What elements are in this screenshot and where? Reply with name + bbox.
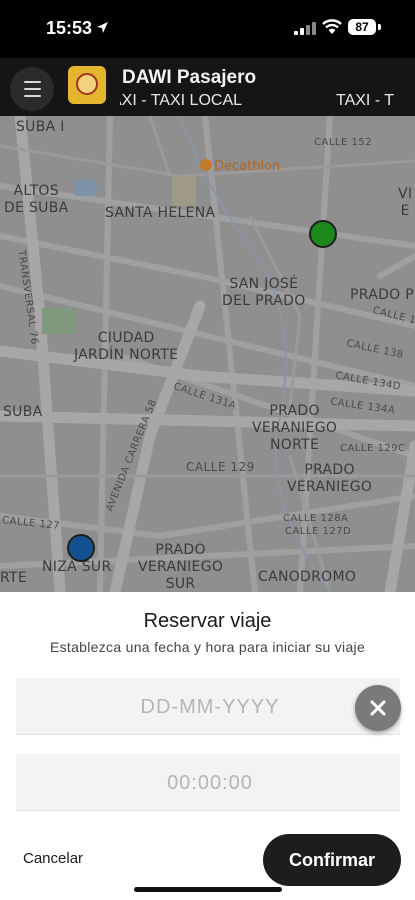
hamburger-line — [24, 95, 41, 97]
map-label: SUBA I — [16, 119, 65, 135]
map-label: CANODROMO — [258, 569, 357, 585]
app-header: DAWI Pasajero AXI - TAXI LOCAL TAXI - T — [0, 58, 415, 116]
map-label: SAN JOSÉ DEL PRADO — [222, 276, 306, 309]
store-pin-icon — [200, 159, 212, 171]
home-indicator — [134, 887, 282, 892]
destination-marker[interactable] — [67, 534, 95, 562]
hamburger-line — [24, 81, 41, 83]
map-label: SANTA HELENA — [105, 205, 216, 221]
status-time: 15:53 — [46, 18, 93, 38]
street-label: CALLE 128A — [283, 513, 349, 524]
map-label: VI E — [398, 186, 413, 219]
wifi-icon — [322, 19, 342, 34]
poi-decathlon[interactable]: Decathlon — [200, 159, 280, 174]
marquee-text: AXI - TAXI LOCAL — [120, 92, 243, 109]
street-label: CALLE 129C — [340, 443, 406, 454]
app-logo — [68, 66, 106, 104]
cancel-button[interactable]: Cancelar — [23, 850, 83, 867]
street-label: CALLE 129 — [186, 460, 255, 474]
street-label: CALLE 152 — [314, 137, 373, 148]
map-label: PRADO VERANIEGO NORTE — [252, 403, 338, 453]
time-input[interactable] — [16, 754, 404, 812]
map-view[interactable]: Decathlon SUBA I ALTOS DE SUBA SANTA HEL… — [0, 116, 415, 592]
map-label: RTE — [0, 570, 28, 586]
clear-date-button[interactable] — [355, 685, 401, 731]
map-label: PRADO VERANIEGO SUR — [138, 542, 224, 592]
sheet-subtitle: Establezca una fecha y hora para iniciar… — [49, 639, 366, 655]
confirm-button[interactable]: Confirmar — [263, 834, 401, 886]
map-label: CIUDAD JARDÍN NORTE — [74, 330, 179, 363]
hamburger-line — [24, 88, 41, 90]
battery-tip — [378, 24, 381, 30]
map-label: PRADO PI — [350, 287, 415, 303]
map-label: PRADO VERANIEGO — [287, 462, 373, 495]
street-label: CALLE 127D — [285, 526, 352, 537]
status-bar: 15:53 87 — [0, 0, 415, 58]
battery-icon: 87 — [348, 19, 376, 35]
marquee-banner: AXI - TAXI LOCAL TAXI - T — [120, 92, 415, 112]
sheet-title: Reservar viaje — [143, 610, 272, 632]
marquee-text: TAXI - T — [336, 92, 395, 109]
origin-marker[interactable] — [309, 220, 337, 248]
map-label: SUBA — [3, 404, 43, 420]
reservation-sheet: Reservar viaje Establezca una fecha y ho… — [0, 592, 415, 900]
map-label: ALTOS DE SUBA — [4, 183, 69, 216]
cellular-signal-icon — [294, 22, 316, 35]
time-field[interactable] — [16, 754, 404, 812]
date-input[interactable] — [16, 678, 404, 736]
location-arrow-icon — [97, 22, 108, 33]
close-icon — [370, 700, 386, 716]
app-title: DAWI Pasajero — [122, 67, 257, 88]
menu-button[interactable] — [10, 67, 54, 111]
date-field[interactable] — [16, 678, 404, 736]
